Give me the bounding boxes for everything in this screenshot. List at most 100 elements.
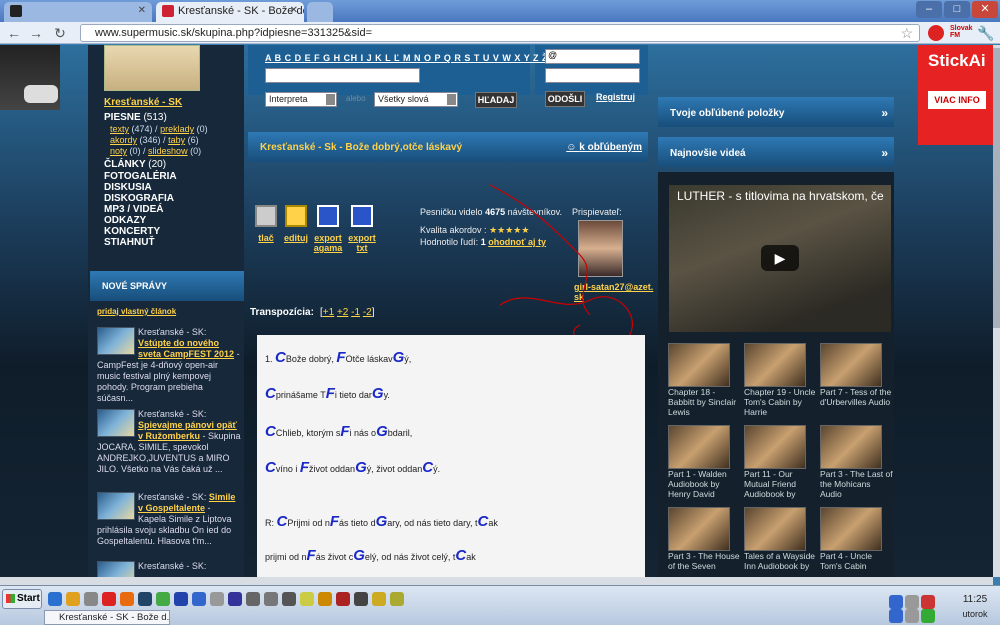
- app-icon[interactable]: [336, 592, 350, 606]
- notes-link[interactable]: noty: [110, 146, 127, 156]
- video-player[interactable]: LUTHER - s titlovima na hrvatskom, če ▶: [669, 185, 891, 332]
- chord-label[interactable]: F: [326, 385, 335, 402]
- chord-label[interactable]: C: [477, 513, 488, 530]
- bluetooth-icon[interactable]: [889, 609, 903, 623]
- start-button[interactable]: Start: [2, 589, 42, 609]
- alphabet-index[interactable]: A B C D E F G H CH I J K L Ľ M N O P Q R…: [265, 53, 548, 63]
- news-thumbnail[interactable]: [97, 561, 135, 577]
- tray-icon[interactable]: [889, 595, 903, 609]
- chord-label[interactable]: G: [376, 423, 388, 440]
- texts-link[interactable]: texty: [110, 124, 129, 134]
- advertisement[interactable]: StickAi VIAC INFO: [918, 45, 993, 145]
- app-icon[interactable]: [282, 592, 296, 606]
- search-mode-select[interactable]: Všetky slová: [374, 92, 458, 107]
- chord-label[interactable]: C: [422, 459, 433, 476]
- play-icon[interactable]: ▶: [761, 245, 799, 271]
- video-caption-link[interactable]: Chapter 19 - Uncle Tom's Cabin by Harrie: [744, 387, 818, 417]
- add-favorite-link[interactable]: ☺ k obľúbeným: [566, 142, 642, 153]
- transpose-minus2[interactable]: -2: [363, 307, 372, 318]
- video-caption-link[interactable]: Chapter 18 - Babbitt by Sinclair Lewis: [668, 387, 742, 417]
- transpose-plus1[interactable]: +1: [323, 307, 334, 318]
- chord-label[interactable]: C: [265, 385, 276, 402]
- opera-extension-icon[interactable]: [928, 25, 944, 41]
- app-icon[interactable]: [372, 592, 386, 606]
- app-icon[interactable]: [210, 592, 224, 606]
- opera-icon[interactable]: [102, 592, 116, 606]
- chord-label[interactable]: G: [376, 513, 388, 530]
- forward-icon[interactable]: →: [26, 24, 46, 42]
- menu-articles[interactable]: ČLÁNKY (20): [104, 159, 166, 170]
- video-thumbnail-item[interactable]: Part 3 - The House of the Seven: [668, 507, 742, 571]
- video-caption-link[interactable]: Part 7 - Tess of the d'Urbervilles Audio: [820, 387, 894, 407]
- video-thumbnail-image[interactable]: [744, 507, 806, 551]
- news-thumbnail[interactable]: [97, 409, 135, 437]
- news-thumbnail[interactable]: [97, 492, 135, 520]
- video-thumbnail-item[interactable]: Chapter 18 - Babbitt by Sinclair Lewis: [668, 343, 742, 417]
- app-icon[interactable]: [192, 592, 206, 606]
- video-thumbnail-item[interactable]: Part 7 - Tess of the d'Urbervilles Audio: [820, 343, 894, 407]
- horizontal-scrollbar[interactable]: [0, 577, 993, 585]
- chord-label[interactable]: C: [277, 513, 288, 530]
- menu-discography[interactable]: DISKOGRAFIA: [104, 193, 174, 204]
- messenger-icon[interactable]: [84, 592, 98, 606]
- login-button[interactable]: ODOŠLI: [545, 91, 585, 107]
- news-title-link[interactable]: Vstúpte do nového sveta CampFEST 2012: [138, 338, 234, 359]
- menu-gallery[interactable]: FOTOGALÉRIA: [104, 171, 177, 182]
- menu-concerts[interactable]: KONCERTY: [104, 226, 160, 237]
- app-icon[interactable]: [318, 592, 332, 606]
- app-icon[interactable]: [156, 592, 170, 606]
- network-icon[interactable]: [921, 609, 935, 623]
- chord-label[interactable]: F: [307, 547, 316, 564]
- url-bar[interactable]: www.supermusic.sk/skupina.php?idpiesne=3…: [80, 24, 920, 42]
- tab-close-icon[interactable]: ✕: [290, 5, 298, 16]
- vlc-icon[interactable]: [120, 592, 134, 606]
- app-icon[interactable]: [300, 592, 314, 606]
- radio-extension-icon[interactable]: Slovak FM: [950, 25, 973, 41]
- chord-label[interactable]: C: [275, 349, 286, 366]
- menu-songs[interactable]: PIESNE (513): [104, 112, 167, 123]
- app-icon[interactable]: [174, 592, 188, 606]
- video-caption-link[interactable]: Part 4 - Uncle Tom's Cabin: [820, 551, 894, 571]
- bookmark-star-icon[interactable]: ☆: [900, 25, 913, 42]
- close-window-button[interactable]: ✕: [972, 1, 998, 18]
- video-caption-link[interactable]: Part 3 - The Last of the Mohicans Audio: [820, 469, 894, 499]
- news-thumbnail[interactable]: [97, 327, 135, 355]
- reload-icon[interactable]: ↻: [50, 24, 70, 42]
- translations-link[interactable]: preklady: [160, 124, 194, 134]
- video-thumbnail-item[interactable]: Part 1 - Walden Audiobook by Henry David: [668, 425, 742, 499]
- export-txt-button[interactable]: export txt: [346, 205, 378, 253]
- tray-icon[interactable]: [921, 595, 935, 609]
- app-icon[interactable]: [228, 592, 242, 606]
- video-thumbnail-image[interactable]: [820, 507, 882, 551]
- minimize-button[interactable]: –: [916, 1, 942, 18]
- new-tab-button[interactable]: [307, 2, 333, 22]
- wrench-icon[interactable]: 🔧: [976, 24, 996, 42]
- video-thumbnail-image[interactable]: [668, 507, 730, 551]
- video-thumbnail-image[interactable]: [820, 425, 882, 469]
- search-input[interactable]: [265, 68, 420, 83]
- password-field[interactable]: [545, 68, 640, 83]
- scrollbar-thumb[interactable]: [993, 48, 1000, 328]
- export-agama-button[interactable]: export agama: [312, 205, 344, 253]
- maximize-button[interactable]: □: [944, 1, 970, 18]
- add-article-link[interactable]: pridaj vlastný článok: [97, 307, 176, 316]
- chord-label[interactable]: F: [300, 459, 309, 476]
- chord-label[interactable]: C: [265, 459, 276, 476]
- transpose-minus1[interactable]: -1: [351, 307, 360, 318]
- video-thumbnail-image[interactable]: [820, 343, 882, 387]
- slideshow-link[interactable]: slideshow: [148, 146, 188, 156]
- video-thumbnail-image[interactable]: [744, 343, 806, 387]
- chords-link[interactable]: akordy: [110, 135, 137, 145]
- app-icon[interactable]: [390, 592, 404, 606]
- print-button[interactable]: tlač: [250, 205, 282, 243]
- chord-label[interactable]: F: [336, 349, 345, 366]
- edit-button[interactable]: edituj: [280, 205, 312, 243]
- back-icon[interactable]: ←: [4, 24, 24, 42]
- video-caption-link[interactable]: Part 3 - The House of the Seven: [668, 551, 742, 571]
- transpose-plus2[interactable]: +2: [337, 307, 348, 318]
- video-caption-link[interactable]: Part 11 - Our Mutual Friend Audiobook by: [744, 469, 818, 499]
- tabs-link[interactable]: taby: [168, 135, 185, 145]
- chord-label[interactable]: F: [330, 513, 339, 530]
- chord-label[interactable]: C: [455, 547, 466, 564]
- video-caption-link[interactable]: Tales of a Wayside Inn Audiobook by: [744, 551, 818, 571]
